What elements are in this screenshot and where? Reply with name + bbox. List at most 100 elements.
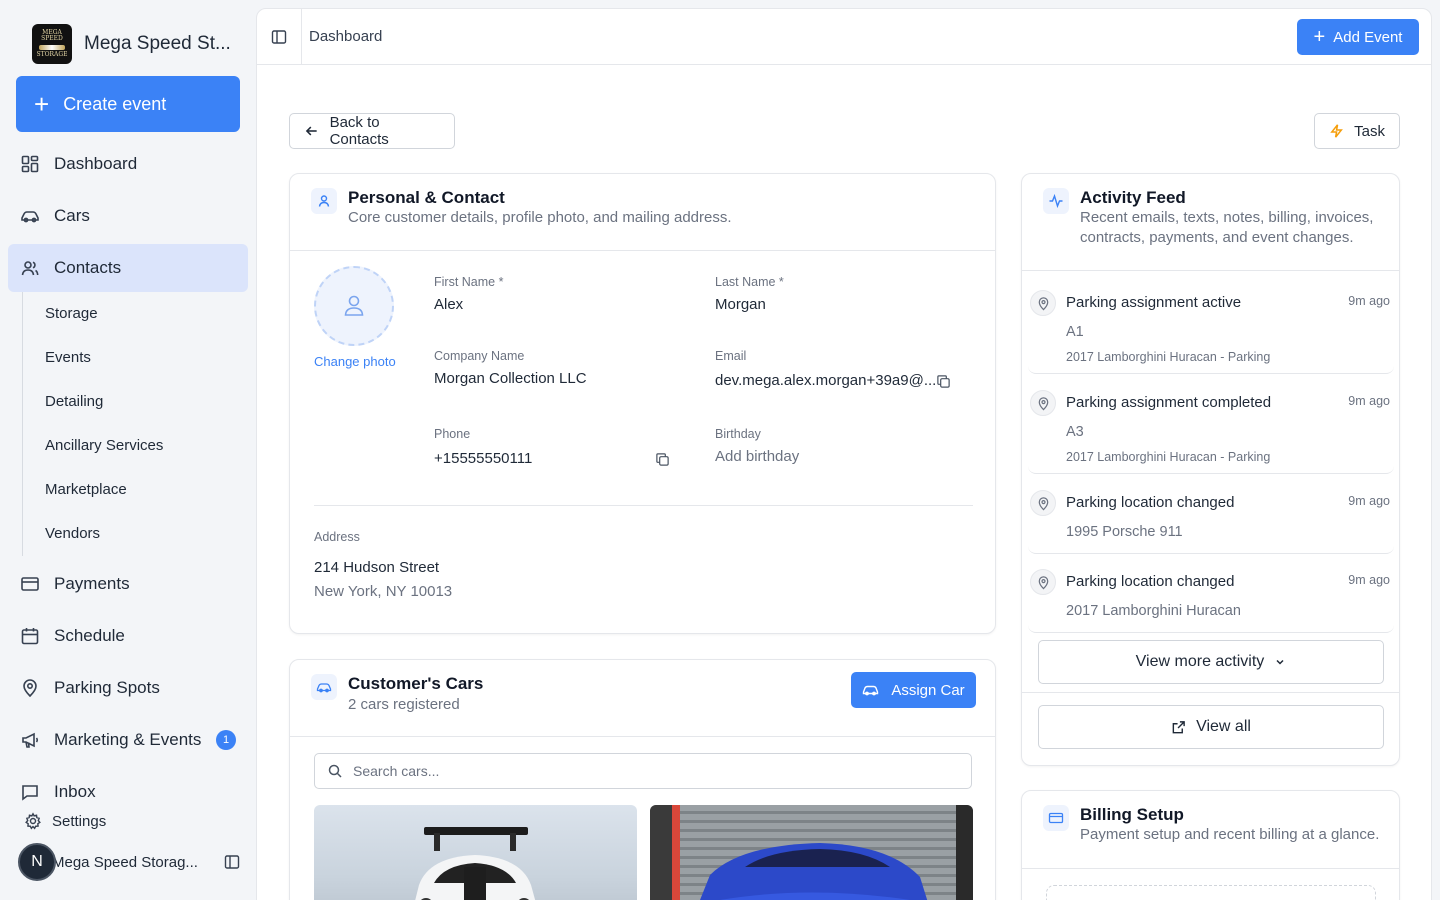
address-line-1[interactable]: 214 Hudson Street bbox=[314, 559, 439, 576]
main-panel: Dashboard + Add Event Back to Contacts T… bbox=[256, 8, 1432, 900]
brand-name: Mega Speed St... bbox=[84, 33, 231, 54]
subnav-item-vendors[interactable]: Vendors bbox=[45, 525, 100, 542]
sidebar-toggle-icon[interactable] bbox=[271, 29, 287, 45]
map-pin-icon bbox=[1030, 569, 1056, 595]
sidebar-toggle-icon[interactable] bbox=[224, 854, 240, 870]
divider bbox=[1022, 270, 1399, 271]
view-all-button[interactable]: View all bbox=[1038, 705, 1384, 749]
activity-title: Parking assignment active bbox=[1066, 294, 1242, 311]
external-link-icon bbox=[1172, 720, 1185, 733]
search-icon bbox=[328, 764, 342, 778]
activity-detail: 1995 Porsche 911 bbox=[1066, 524, 1183, 540]
sidebar-item-dashboard[interactable]: Dashboard bbox=[8, 140, 248, 188]
sidebar-item-payments[interactable]: Payments bbox=[8, 560, 248, 608]
activity-time: 9m ago bbox=[1348, 294, 1390, 308]
subnav-item-detailing[interactable]: Detailing bbox=[45, 393, 103, 410]
change-photo-link[interactable]: Change photo bbox=[314, 354, 396, 369]
sidebar-item-label: Inbox bbox=[54, 782, 96, 801]
profile-photo[interactable] bbox=[314, 266, 394, 346]
email-value[interactable]: dev.mega.alex.morgan+39a9@... bbox=[715, 372, 936, 389]
sidebar-item-schedule[interactable]: Schedule bbox=[8, 612, 248, 660]
card-title: Customer's Cars bbox=[348, 674, 484, 693]
subnav-item-storage[interactable]: Storage bbox=[45, 305, 98, 322]
user-icon bbox=[311, 188, 337, 214]
logo-text-bottom: STORAGE bbox=[36, 50, 68, 58]
topbar: Dashboard + Add Event bbox=[257, 9, 1431, 65]
subnav-item-marketplace[interactable]: Marketplace bbox=[45, 481, 127, 498]
company-label: Company Name bbox=[434, 349, 525, 363]
add-birthday-link[interactable]: Add birthday bbox=[715, 448, 799, 465]
activity-item[interactable]: Parking assignment completed 9m ago A3 2… bbox=[1028, 378, 1394, 474]
plus-icon: + bbox=[34, 89, 50, 119]
sidebar-item-label: Payments bbox=[54, 574, 130, 593]
sidebar-item-inbox[interactable]: Inbox bbox=[8, 768, 248, 816]
add-event-label: Add Event bbox=[1333, 28, 1403, 46]
subnav-item-events[interactable]: Events bbox=[45, 349, 91, 366]
billing-setup-card: Billing Setup Payment setup and recent b… bbox=[1021, 790, 1400, 900]
last-name-value[interactable]: Morgan bbox=[715, 296, 766, 313]
copy-icon[interactable] bbox=[655, 452, 670, 467]
activity-subdetail: 2017 Lamborghini Huracan - Parking bbox=[1066, 450, 1271, 464]
back-label: Back to Contacts bbox=[329, 114, 389, 148]
divider bbox=[1022, 868, 1399, 869]
dashboard-icon bbox=[21, 155, 39, 173]
company-value[interactable]: Morgan Collection LLC bbox=[434, 370, 587, 387]
add-event-button[interactable]: + Add Event bbox=[1297, 19, 1419, 55]
billing-placeholder bbox=[1046, 885, 1376, 900]
card-subtitle: Payment setup and recent billing at a gl… bbox=[1080, 826, 1380, 843]
settings-link[interactable]: Settings bbox=[24, 812, 106, 830]
plus-icon: + bbox=[1313, 26, 1326, 48]
sidebar-item-marketing[interactable]: Marketing & Events 1 bbox=[8, 716, 248, 764]
activity-item[interactable]: Parking location changed 9m ago 2017 Lam… bbox=[1028, 557, 1394, 633]
car-photo-porsche[interactable] bbox=[314, 805, 637, 900]
card-title: Billing Setup bbox=[1080, 805, 1184, 824]
first-name-value[interactable]: Alex bbox=[434, 296, 463, 313]
sidebar-item-label: Parking Spots bbox=[54, 678, 160, 697]
car-image-white bbox=[415, 827, 536, 900]
activity-detail: 2017 Lamborghini Huracan bbox=[1066, 603, 1241, 619]
assign-car-button[interactable]: Assign Car bbox=[851, 672, 976, 708]
copy-icon[interactable] bbox=[936, 374, 951, 389]
phone-value[interactable]: +15555550111 bbox=[434, 450, 532, 467]
breadcrumb[interactable]: Dashboard bbox=[309, 28, 382, 45]
avatar: N bbox=[18, 843, 56, 881]
settings-label: Settings bbox=[52, 812, 107, 830]
arrow-left-icon bbox=[305, 126, 317, 136]
activity-title: Parking assignment completed bbox=[1066, 394, 1272, 411]
car-image-blue bbox=[650, 805, 973, 900]
lightning-icon bbox=[1330, 124, 1343, 138]
sidebar-item-cars[interactable]: Cars bbox=[8, 192, 248, 240]
activity-title: Parking location changed bbox=[1066, 494, 1235, 511]
back-to-contacts-button[interactable]: Back to Contacts bbox=[289, 113, 455, 149]
view-more-activity-button[interactable]: View more activity bbox=[1038, 640, 1384, 684]
car-photo-lamborghini[interactable] bbox=[650, 805, 973, 900]
credit-card-icon bbox=[21, 577, 39, 591]
customer-cars-card: Customer's Cars 2 cars registered Assign… bbox=[289, 659, 996, 900]
subnav-item-ancillary[interactable]: Ancillary Services bbox=[45, 437, 163, 454]
sidebar-item-contacts[interactable]: Contacts bbox=[8, 244, 248, 292]
activity-item[interactable]: Parking assignment active 9m ago A1 2017… bbox=[1028, 278, 1394, 374]
sidebar-item-parking[interactable]: Parking Spots bbox=[8, 664, 248, 712]
sidebar-item-label: Contacts bbox=[54, 258, 122, 277]
address-label: Address bbox=[314, 530, 360, 544]
divider bbox=[314, 505, 973, 506]
card-title: Personal & Contact bbox=[348, 188, 505, 207]
assign-car-label: Assign Car bbox=[891, 681, 965, 699]
card-subtitle: Core customer details, profile photo, an… bbox=[348, 209, 732, 226]
search-cars-input[interactable]: Search cars... bbox=[314, 753, 972, 789]
activity-time: 9m ago bbox=[1348, 573, 1390, 587]
activity-title: Parking location changed bbox=[1066, 573, 1235, 590]
create-event-button[interactable]: + Create event bbox=[16, 76, 240, 132]
create-event-label: Create event bbox=[63, 93, 167, 114]
marketing-count-badge: 1 bbox=[216, 730, 236, 750]
address-line-2[interactable]: New York, NY 10013 bbox=[314, 583, 452, 600]
car-icon bbox=[21, 211, 39, 223]
user-menu[interactable]: N Mega Speed Storag... bbox=[18, 842, 240, 882]
sidebar-item-label: Marketing & Events bbox=[54, 730, 202, 749]
user-placeholder-icon bbox=[344, 295, 364, 316]
car-icon bbox=[311, 674, 337, 700]
personal-contact-card: Personal & Contact Core customer details… bbox=[289, 173, 996, 634]
brand[interactable]: MEGA SPEED STORAGE Mega Speed St... bbox=[32, 24, 231, 64]
task-button[interactable]: Task bbox=[1314, 113, 1400, 149]
activity-item[interactable]: Parking location changed 9m ago 1995 Por… bbox=[1028, 478, 1394, 554]
